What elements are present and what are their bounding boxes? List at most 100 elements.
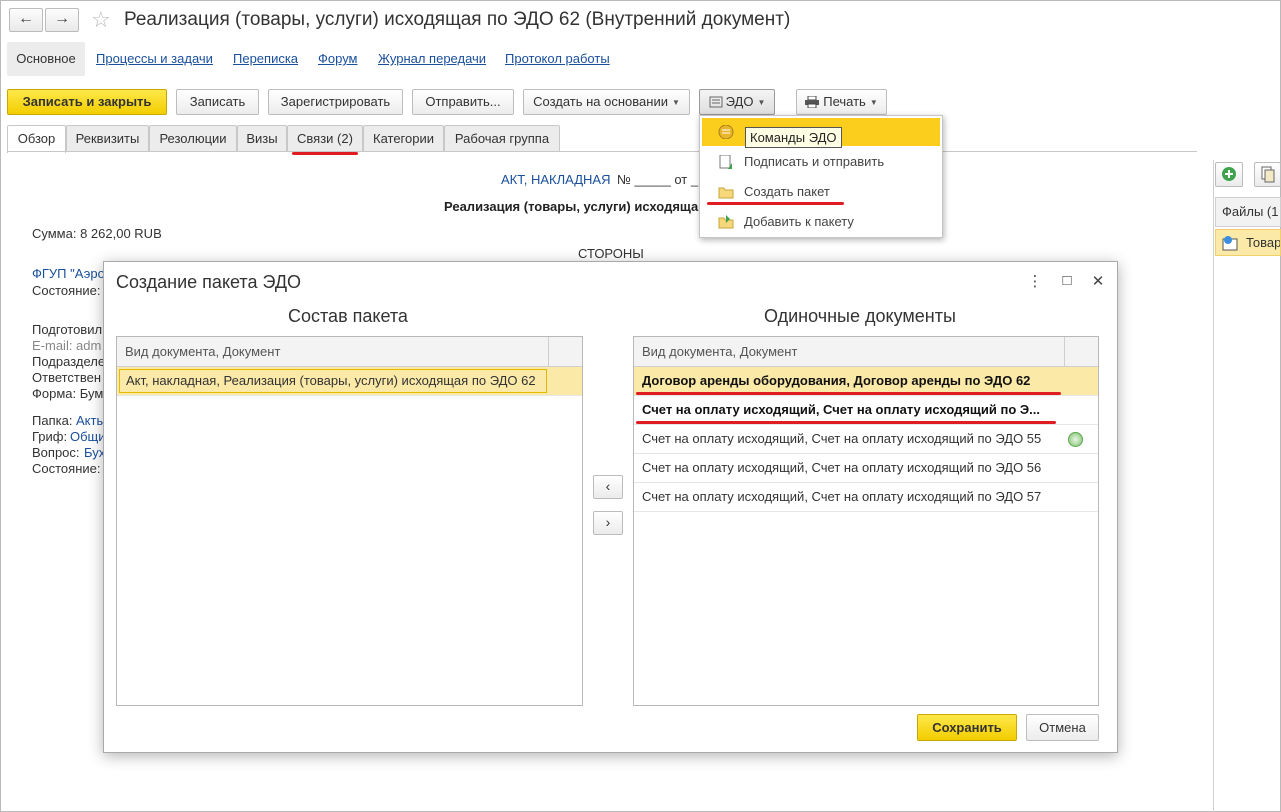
stamp-link[interactable]: Общи: [70, 429, 106, 444]
stamp-label: Гриф:: [32, 429, 68, 444]
folder-label: Папка:: [32, 413, 73, 428]
table-row[interactable]: Акт, накладная, Реализация (товары, услу…: [117, 367, 582, 396]
status-label: Состояние:: [32, 461, 101, 476]
edo-commands-icon: [718, 125, 734, 139]
tab-divider: [7, 151, 1197, 152]
window-title: Реализация (товары, услуги) исходящая по…: [124, 9, 791, 30]
files-pane: [1213, 160, 1281, 812]
sign-document-icon: [719, 155, 732, 169]
row-text: Счет на оплату исходящий, Счет на оплату…: [642, 431, 1042, 446]
arrow-right-icon: →: [54, 10, 70, 27]
org-link[interactable]: ФГУП "Аэро: [32, 266, 105, 281]
file-row[interactable]: Товар: [1215, 229, 1281, 256]
edo-icon: [709, 96, 723, 108]
annotation-underline-contract: [636, 392, 1061, 395]
dialog-menu-icon[interactable]: ⋮: [1026, 272, 1044, 290]
doc-number: № _____ от _: [617, 172, 699, 187]
sign-and-send-label: Подписать и отправить: [744, 154, 885, 169]
table-row[interactable]: Счет на оплату исходящий, Счет на оплату…: [634, 454, 1098, 483]
annotation-underline-create-package: [707, 202, 844, 205]
chevron-down-icon: ▼: [869, 98, 878, 107]
section-transfer-log[interactable]: Журнал передачи: [378, 42, 486, 76]
column-header-doc-type[interactable]: Вид документа, Документ: [117, 337, 549, 367]
table-header: Вид документа, Документ: [634, 337, 1098, 367]
edo-button[interactable]: ЭДО ▼: [699, 89, 775, 115]
close-icon[interactable]: ✕: [1089, 272, 1107, 290]
tab-work-group[interactable]: Рабочая группа: [444, 125, 560, 152]
favorite-star-icon[interactable]: ☆: [91, 7, 111, 33]
tab-categories[interactable]: Категории: [363, 125, 444, 152]
save-dialog-button[interactable]: Сохранить: [917, 714, 1017, 741]
file-type-icon: [1222, 236, 1238, 251]
cancel-dialog-button[interactable]: Отмена: [1026, 714, 1099, 741]
add-to-package-label: Добавить к пакету: [744, 214, 854, 229]
annotation-underline-links: [292, 152, 358, 155]
maximize-icon[interactable]: □: [1058, 272, 1076, 289]
table-row[interactable]: Счет на оплату исходящий, Счет на оплату…: [634, 483, 1098, 512]
tab-requisites[interactable]: Реквизиты: [66, 125, 149, 152]
files-header: Файлы (1: [1215, 197, 1281, 227]
save-and-close-button[interactable]: Записать и закрыть: [7, 89, 167, 115]
tab-overview[interactable]: Обзор: [7, 125, 66, 153]
printer-icon: [805, 95, 820, 109]
edo-commands-tooltip: Команды ЭДО: [745, 127, 842, 148]
package-contents-title: Состав пакета: [288, 306, 408, 326]
column-header-doc-type[interactable]: Вид документа, Документ: [634, 337, 1065, 367]
annotation-underline-invoice: [636, 421, 1056, 424]
chevron-right-icon: ›: [605, 514, 611, 530]
print-button[interactable]: Печать ▼: [796, 89, 887, 115]
tab-resolutions[interactable]: Резолюции: [149, 125, 237, 152]
selected-cell[interactable]: Акт, накладная, Реализация (товары, услу…: [119, 369, 547, 393]
create-based-on-label: Создать на основании: [533, 94, 668, 109]
forward-button[interactable]: →: [45, 8, 79, 32]
edo-label: ЭДО: [725, 94, 754, 109]
add-to-folder-icon: [718, 215, 734, 229]
section-correspondence[interactable]: Переписка: [233, 42, 298, 76]
form-label: Форма: Бум: [32, 386, 104, 401]
menu-item-add-to-package[interactable]: Добавить к пакету: [702, 208, 940, 236]
folder-icon: [718, 187, 734, 199]
copy-file-button[interactable]: [1254, 162, 1281, 187]
section-processes[interactable]: Процессы и задачи: [96, 42, 213, 76]
chevron-down-icon: ▼: [757, 98, 766, 107]
doc-sum: Сумма: 8 262,00 RUB: [32, 226, 162, 241]
section-main[interactable]: Основное: [7, 42, 85, 76]
create-package-dialog: Создание пакета ЭДО ⋮ □ ✕ Состав пакета …: [103, 261, 1118, 753]
tab-visas[interactable]: Визы: [237, 125, 287, 152]
create-based-on-button[interactable]: Создать на основании ▼: [523, 89, 690, 115]
chevron-left-icon: ‹: [605, 478, 611, 494]
back-button[interactable]: ←: [9, 8, 43, 32]
package-contents-table[interactable]: Вид документа, Документ Акт, накладная, …: [116, 336, 583, 706]
edo-status-icon: [1068, 432, 1083, 447]
parties-header: СТОРОНЫ: [578, 246, 644, 261]
arrow-left-icon: ←: [18, 10, 34, 27]
add-file-button[interactable]: [1215, 162, 1243, 187]
register-button[interactable]: Зарегистрировать: [268, 89, 403, 115]
responsible-label: Ответствен: [32, 370, 102, 385]
copy-icon: [1261, 166, 1275, 183]
print-label: Печать: [823, 94, 866, 109]
section-forum[interactable]: Форум: [318, 42, 358, 76]
chevron-down-icon: ▼: [671, 98, 680, 107]
single-documents-title: Одиночные документы: [764, 306, 956, 326]
move-right-button[interactable]: ›: [593, 511, 623, 535]
file-name: Товар: [1246, 235, 1281, 250]
menu-item-sign-and-send[interactable]: Подписать и отправить: [702, 148, 940, 176]
folder-link[interactable]: Акты: [76, 413, 106, 428]
table-header: Вид документа, Документ: [117, 337, 582, 367]
plus-icon: [1222, 167, 1236, 181]
question-label: Вопрос:: [32, 445, 80, 460]
act-link[interactable]: АКТ, НАКЛАДНАЯ: [501, 172, 610, 187]
prepared-label: Подготовил: [32, 322, 103, 337]
move-left-button[interactable]: ‹: [593, 475, 623, 499]
table-row[interactable]: Счет на оплату исходящий, Счет на оплату…: [634, 425, 1098, 454]
doc-name: Реализация (товары, услуги) исходяща: [444, 199, 699, 214]
org-state: Состояние: З: [32, 283, 112, 298]
save-button[interactable]: Записать: [176, 89, 259, 115]
tab-links[interactable]: Связи (2): [287, 125, 363, 152]
dialog-title: Создание пакета ЭДО: [116, 272, 302, 292]
create-package-label: Создать пакет: [744, 184, 830, 199]
department-label: Подразделе: [32, 354, 106, 369]
section-work-log[interactable]: Протокол работы: [505, 42, 610, 76]
send-button[interactable]: Отправить...: [412, 89, 514, 115]
